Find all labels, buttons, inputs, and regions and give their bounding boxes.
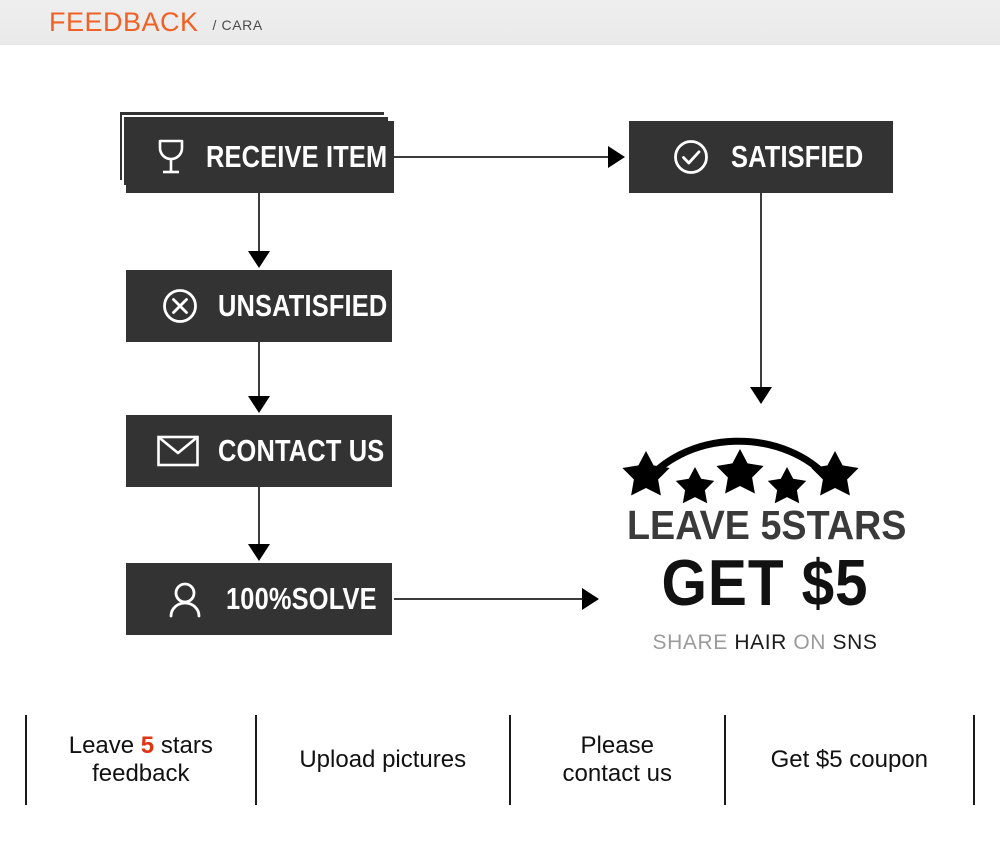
flow-node-contact-us-label: CONTACT US [218, 433, 385, 468]
flow-node-solve-label: 100%SOLVE [226, 581, 377, 616]
connector-contact-to-solve [258, 487, 260, 546]
bottom-summary-bar: Leave 5 stars feedback Upload pictures Pl… [0, 690, 1000, 849]
promo-share-line: SHARE HAIR ON SNS [615, 631, 915, 655]
bottom-cell-text: Get $5 coupon [770, 745, 929, 773]
bottom-cell-line2: feedback [92, 760, 190, 787]
connector-receive-to-unsatisfied-arrowhead [248, 251, 270, 268]
connector-contact-to-solve-arrowhead [248, 544, 270, 561]
flow-node-unsatisfied[interactable]: UNSATISFIED [126, 270, 392, 342]
promo-headline-secondary: GET $5 [661, 546, 869, 619]
flow-node-receive-item[interactable]: RECEIVE ITEM [126, 121, 394, 193]
bottom-cell-highlight: 5 [140, 731, 155, 759]
header-title-group: FEEDBACK / CARA [49, 0, 263, 45]
x-circle-icon [160, 286, 200, 326]
connector-receive-to-satisfied-arrowhead [608, 146, 625, 168]
check-circle-icon [671, 137, 711, 177]
feedback-flow-diagram: RECEIVE ITEM SATISFIED UNSATISFIED CONTA… [0, 45, 1000, 690]
connector-solve-to-promo [394, 598, 584, 600]
flow-node-satisfied-label: SATISFIED [731, 139, 864, 174]
promo-headline-primary: LEAVE 5STARS [627, 502, 907, 548]
bottom-cell-line2: contact us [562, 760, 672, 787]
share-word-hair: HAIR [734, 631, 787, 654]
share-word-on: ON [793, 631, 827, 654]
bottom-cell-get-5-coupon[interactable]: Get $5 coupon [723, 715, 975, 805]
bottom-summary-cells: Leave 5 stars feedback Upload pictures Pl… [25, 715, 975, 805]
connector-satisfied-to-promo-arrowhead [750, 387, 772, 404]
connector-satisfied-to-promo [760, 193, 762, 389]
header-subtitle: / CARA [212, 16, 263, 33]
flow-node-receive-item-label: RECEIVE ITEM [206, 139, 388, 174]
page-title: FEEDBACK [49, 7, 199, 37]
bottom-cell-please-contact-us[interactable]: Please contact us [508, 715, 724, 805]
person-icon [166, 579, 204, 619]
bottom-cell-upload-pictures[interactable]: Upload pictures [254, 715, 509, 805]
connector-unsatisfied-to-contact [258, 342, 260, 398]
bottom-cell-text: Leave 5 stars feedback [69, 732, 213, 789]
page-header: FEEDBACK / CARA [0, 0, 1000, 45]
connector-receive-to-satisfied [394, 156, 610, 158]
flow-node-contact-us[interactable]: CONTACT US [126, 415, 392, 487]
flow-node-satisfied[interactable]: SATISFIED [629, 121, 893, 193]
flow-node-solve[interactable]: 100%SOLVE [126, 563, 392, 635]
connector-receive-to-unsatisfied [258, 193, 260, 253]
share-word-sns: SNS [832, 631, 878, 654]
promo-block: LEAVE 5STARS GET $5 SHARE HAIR ON SNS [615, 405, 915, 655]
envelope-icon [156, 434, 200, 468]
five-stars-arc-icon [615, 405, 915, 505]
wine-glass-icon [154, 137, 188, 177]
bottom-cell-pre: Please [580, 731, 654, 759]
bottom-cell-text: Upload pictures [299, 745, 467, 773]
bottom-cell-leave-5-stars-feedback[interactable]: Leave 5 stars feedback [25, 715, 255, 805]
share-word-share: SHARE [652, 631, 728, 654]
bottom-cell-post: stars [154, 731, 213, 759]
flow-node-unsatisfied-label: UNSATISFIED [218, 288, 388, 323]
connector-solve-to-promo-arrowhead [582, 588, 599, 610]
connector-unsatisfied-to-contact-arrowhead [248, 396, 270, 413]
bottom-cell-pre: Leave [68, 731, 141, 759]
bottom-cell-text: Please contact us [563, 732, 672, 789]
